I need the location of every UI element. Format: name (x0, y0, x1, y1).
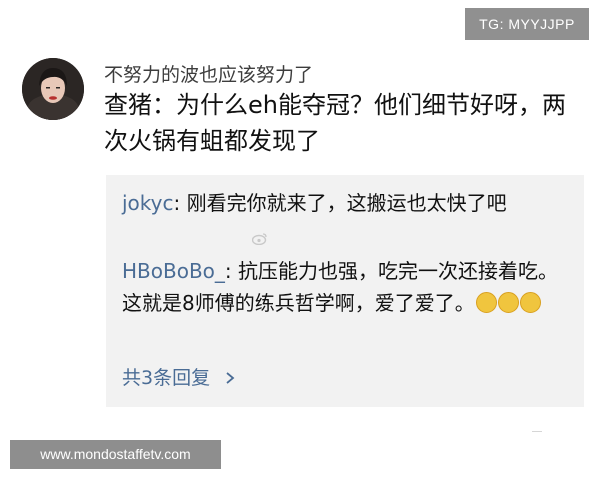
avatar-portrait-icon (22, 58, 84, 120)
chevron-right-icon (226, 372, 235, 384)
reply-box[interactable]: jokyc: 刚看完你就来了，这搬运也太快了吧 HBoBoBo_: 抗压能力也强… (106, 175, 584, 407)
more-replies-label: 共3条回复 (122, 367, 211, 389)
comment-username[interactable]: 不努力的波也应该努力了 (104, 60, 313, 87)
reply-username[interactable]: HBoBoBo_ (122, 259, 225, 283)
screenshot-page: TG: MYYJJPP 不努力的波也应该努力了 查猪：为什么eh能夺冠？他们细节… (0, 0, 600, 480)
grin-emoji-icon (475, 292, 497, 313)
reply-item: jokyc: 刚看完你就来了，这搬运也太快了吧 (122, 187, 574, 219)
avatar[interactable] (22, 58, 84, 120)
grin-emoji-icon (519, 292, 541, 313)
weibo-logo-icon (251, 233, 267, 246)
tg-tag-watermark: TG: MYYJJPP (465, 8, 589, 40)
grin-emoji-icon (497, 292, 519, 313)
more-replies-link[interactable]: 共3条回复 (122, 363, 236, 390)
site-url-watermark: www.mondostaffetv.com (10, 440, 221, 469)
comment-footer-partial (104, 424, 584, 432)
reply-item: HBoBoBo_: 抗压能力也强，吃完一次还接着吃。 这就是8师傅的练兵哲学啊，… (122, 255, 574, 319)
reply-username[interactable]: jokyc (122, 191, 174, 215)
weibo-watermark (251, 232, 268, 247)
footer-icons-icon (532, 431, 542, 432)
reply-text: : 刚看完你就来了，这搬运也太快了吧 (173, 191, 507, 215)
comment-text: 查猪：为什么eh能夺冠？他们细节好呀，两次火锅有蛆都发现了 (104, 91, 566, 155)
